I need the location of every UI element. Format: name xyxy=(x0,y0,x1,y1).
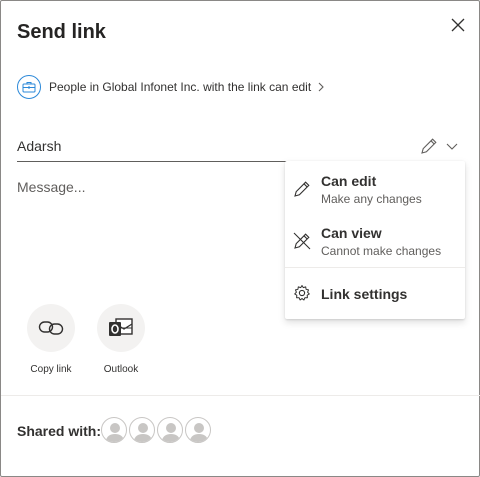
dialog-title: Send link xyxy=(17,21,106,43)
copy-link-circle xyxy=(27,304,75,352)
chevron-right-icon xyxy=(318,82,324,92)
outlook-circle xyxy=(97,304,145,352)
link-permission-summary[interactable]: People in Global Infonet Inc. with the l… xyxy=(17,75,325,99)
close-icon[interactable] xyxy=(448,15,468,35)
person-icon xyxy=(161,423,181,442)
avatar[interactable] xyxy=(129,417,155,443)
avatar[interactable] xyxy=(101,417,127,443)
link-settings-label: Link settings xyxy=(321,286,408,302)
footer-divider xyxy=(1,395,480,396)
send-link-dialog: Send link People in Global Infonet Inc. … xyxy=(0,0,480,477)
menu-item-link-settings[interactable]: Link settings xyxy=(285,273,465,313)
copy-link-button[interactable]: Copy link xyxy=(19,304,83,375)
pencil-icon xyxy=(294,181,310,197)
person-icon xyxy=(105,423,125,442)
copy-link-label: Copy link xyxy=(30,364,72,375)
recipient-field xyxy=(17,135,405,162)
person-icon xyxy=(133,423,153,442)
can-edit-description: Make any changes xyxy=(321,192,422,206)
avatar[interactable] xyxy=(157,417,183,443)
chevron-down-icon xyxy=(446,143,458,150)
outlook-label: Outlook xyxy=(103,364,139,375)
person-icon xyxy=(189,423,209,442)
gear-icon xyxy=(294,285,310,301)
pencil-off-icon xyxy=(293,232,311,250)
menu-divider xyxy=(285,267,465,268)
permission-dropdown-button[interactable] xyxy=(419,136,461,156)
link-icon xyxy=(38,321,64,335)
message-input[interactable] xyxy=(17,179,267,279)
shared-with-avatars xyxy=(101,417,213,443)
pencil-icon xyxy=(421,138,437,154)
menu-item-can-edit[interactable]: Can edit Make any changes xyxy=(285,167,465,215)
can-view-description: Cannot make changes xyxy=(321,244,442,258)
permission-summary-text: People in Global Infonet Inc. with the l… xyxy=(49,80,312,94)
permission-menu: Can edit Make any changes Can view Canno… xyxy=(285,161,465,319)
avatar[interactable] xyxy=(185,417,211,443)
outlook-button[interactable]: Outlook xyxy=(89,304,153,375)
can-view-label: Can view xyxy=(321,225,382,241)
can-edit-label: Can edit xyxy=(321,173,377,189)
briefcase-icon xyxy=(17,75,41,99)
menu-item-can-view[interactable]: Can view Cannot make changes xyxy=(285,219,465,267)
shared-with-label: Shared with: xyxy=(17,423,102,439)
recipient-input[interactable] xyxy=(17,135,405,154)
outlook-icon xyxy=(109,318,133,336)
